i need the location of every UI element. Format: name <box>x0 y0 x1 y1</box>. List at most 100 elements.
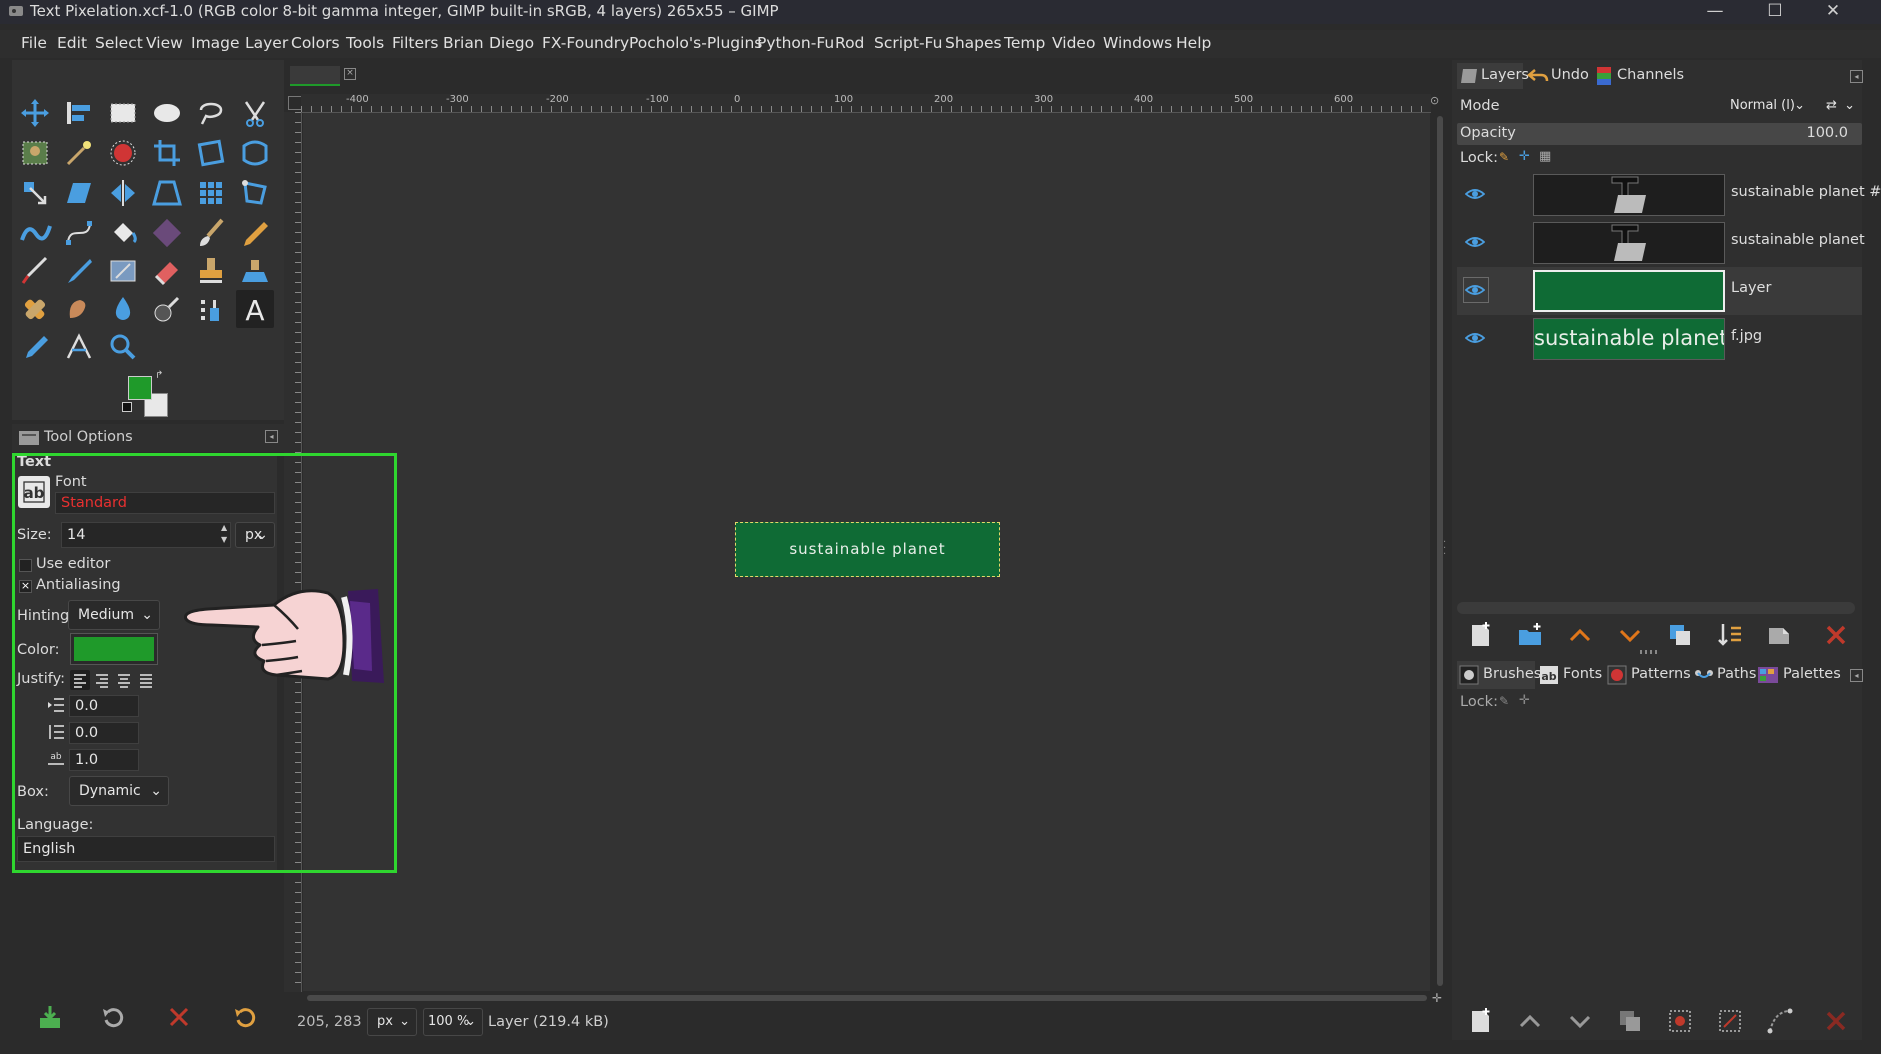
layer-row[interactable]: sustainable planet <box>1457 219 1865 267</box>
tab-channels[interactable]: Channels <box>1595 63 1685 89</box>
raise-layer-icon[interactable] <box>1565 620 1595 650</box>
eraser-icon[interactable] <box>148 252 186 290</box>
dock-splitter-handle[interactable]: · · · <box>1443 538 1447 560</box>
lock-position-icon[interactable]: ✛ <box>1519 149 1530 164</box>
scissors-icon[interactable] <box>236 94 274 132</box>
swap-colors-icon[interactable]: ↱ <box>155 370 163 381</box>
tab-layers[interactable]: Layers <box>1457 63 1529 89</box>
new-layer-group-icon[interactable] <box>1515 620 1545 650</box>
flip-tool-icon[interactable] <box>104 174 142 212</box>
foreground-color-swatch-top[interactable] <box>128 376 152 400</box>
ink-icon[interactable] <box>60 252 98 290</box>
minimize-button[interactable]: — <box>1692 0 1738 24</box>
tab-fonts[interactable]: ab Fonts <box>1539 661 1603 689</box>
menu-view[interactable]: View <box>146 34 183 52</box>
menu-help[interactable]: Help <box>1176 34 1211 52</box>
paths-tool-icon[interactable] <box>60 214 98 252</box>
zoom-fit-icon[interactable]: ⊙ <box>1430 94 1444 108</box>
warp-icon[interactable] <box>16 214 54 252</box>
tab-paths[interactable]: Paths <box>1693 661 1756 689</box>
bucket-fill-icon[interactable] <box>104 214 142 252</box>
configure-tab-icon[interactable]: ◂ <box>265 430 278 443</box>
menu-fx-foundry[interactable]: FX-Foundry <box>542 34 629 52</box>
menu-windows[interactable]: Windows <box>1103 34 1172 52</box>
zoom-dropdown[interactable]: 100 % ⌄ <box>423 1008 483 1036</box>
menu-image[interactable]: Image <box>191 34 240 52</box>
menu-colors[interactable]: Colors <box>291 34 340 52</box>
move-tool-icon[interactable] <box>16 94 54 132</box>
layer-row[interactable]: sustainable planet #1 <box>1457 171 1881 219</box>
menu-script-fu[interactable]: Script-Fu <box>874 34 942 52</box>
menu-rod[interactable]: Rod <box>835 34 864 52</box>
maximize-button[interactable]: ☐ <box>1752 0 1798 24</box>
close-window-button[interactable]: ✕ <box>1810 0 1856 24</box>
airbrush-icon[interactable] <box>16 252 54 290</box>
lasso-icon[interactable] <box>192 94 230 132</box>
delete-path-icon[interactable] <box>1821 1006 1851 1036</box>
menu-shapes[interactable]: Shapes <box>945 34 1002 52</box>
menu-brian[interactable]: Brian <box>443 34 484 52</box>
default-colors-icon[interactable] <box>122 402 132 412</box>
cage-transform-icon[interactable] <box>192 174 230 212</box>
new-path-icon[interactable] <box>1465 1006 1495 1036</box>
layer-row-selected[interactable]: Layer <box>1457 267 1862 315</box>
mypaint-brush-icon[interactable] <box>104 252 142 290</box>
configure-tab-icon[interactable]: ◂ <box>1850 70 1863 83</box>
merge-layer-icon[interactable] <box>1715 620 1745 650</box>
menu-temp[interactable]: Temp <box>1004 34 1045 52</box>
ellipse-select-icon[interactable] <box>148 94 186 132</box>
foreground-select-icon[interactable] <box>16 134 54 172</box>
image-tab[interactable] <box>290 66 340 86</box>
paintbrush-icon[interactable] <box>192 214 230 252</box>
mode-dropdown[interactable]: Normal (l) ⌄ <box>1721 94 1811 120</box>
menu-edit[interactable]: Edit <box>57 34 87 52</box>
color-picker-tool-icon[interactable] <box>192 290 230 328</box>
text-tool-icon[interactable]: A <box>236 290 274 328</box>
perspective-clone-icon[interactable] <box>236 252 274 290</box>
delete-layer-icon[interactable] <box>1821 620 1851 650</box>
menu-select[interactable]: Select <box>95 34 143 52</box>
status-unit-dropdown[interactable]: px ⌄ <box>367 1008 417 1036</box>
horizontal-scrollbar[interactable] <box>303 992 1431 1004</box>
blur-icon[interactable] <box>104 290 142 328</box>
lock-path-strokes-icon[interactable]: ✎ <box>1499 694 1509 708</box>
menu-pocholos-plugins[interactable]: Pocholo's-Plugins <box>629 34 762 52</box>
select-by-color-icon[interactable] <box>104 134 142 172</box>
close-image-tab-icon[interactable]: × <box>344 68 356 80</box>
perspective-icon[interactable] <box>148 174 186 212</box>
selection-to-path-icon[interactable] <box>1715 1006 1745 1036</box>
menu-tools[interactable]: Tools <box>346 34 384 52</box>
eye-icon[interactable] <box>1465 186 1485 202</box>
crop-tool-icon[interactable] <box>148 134 186 172</box>
restore-tool-preset-icon[interactable] <box>100 1004 128 1030</box>
eye-icon[interactable] <box>1465 330 1485 346</box>
rectangle-select-icon[interactable] <box>104 94 142 132</box>
raise-path-icon[interactable] <box>1515 1006 1545 1036</box>
lock-path-position-icon[interactable]: ✛ <box>1519 693 1530 708</box>
measure-icon[interactable] <box>60 328 98 366</box>
layer-mask-icon[interactable] <box>1765 620 1795 650</box>
menu-diego[interactable]: Diego <box>489 34 534 52</box>
menu-layer[interactable]: Layer <box>245 34 288 52</box>
clone-icon[interactable] <box>192 252 230 290</box>
duplicate-path-icon[interactable] <box>1615 1006 1645 1036</box>
lower-path-icon[interactable] <box>1565 1006 1595 1036</box>
menu-filters[interactable]: Filters <box>392 34 438 52</box>
navigate-icon[interactable]: ✛ <box>1432 992 1444 1004</box>
stroke-path-icon[interactable] <box>1765 1006 1795 1036</box>
duplicate-layer-icon[interactable] <box>1665 620 1695 650</box>
warp-transform-icon[interactable] <box>236 134 274 172</box>
shear-tool-icon[interactable] <box>60 174 98 212</box>
quick-mask-corner-icon[interactable] <box>288 96 302 110</box>
lock-alpha-icon[interactable]: ▦ <box>1539 149 1551 164</box>
color-picker-icon[interactable] <box>16 328 54 366</box>
save-tool-preset-icon[interactable] <box>36 1004 64 1030</box>
pencil-icon[interactable] <box>236 214 274 252</box>
tool-options-tab[interactable]: Tool Options ◂ <box>12 424 284 452</box>
menu-file[interactable]: File <box>21 34 47 52</box>
path-to-selection-icon[interactable] <box>1665 1006 1695 1036</box>
tab-palettes[interactable]: Palettes <box>1757 661 1841 689</box>
smudge-icon[interactable] <box>60 290 98 328</box>
horizontal-ruler[interactable]: -400 -300 -200 -100 0 100 200 300 400 50… <box>301 94 1431 113</box>
eye-icon[interactable] <box>1465 282 1485 298</box>
